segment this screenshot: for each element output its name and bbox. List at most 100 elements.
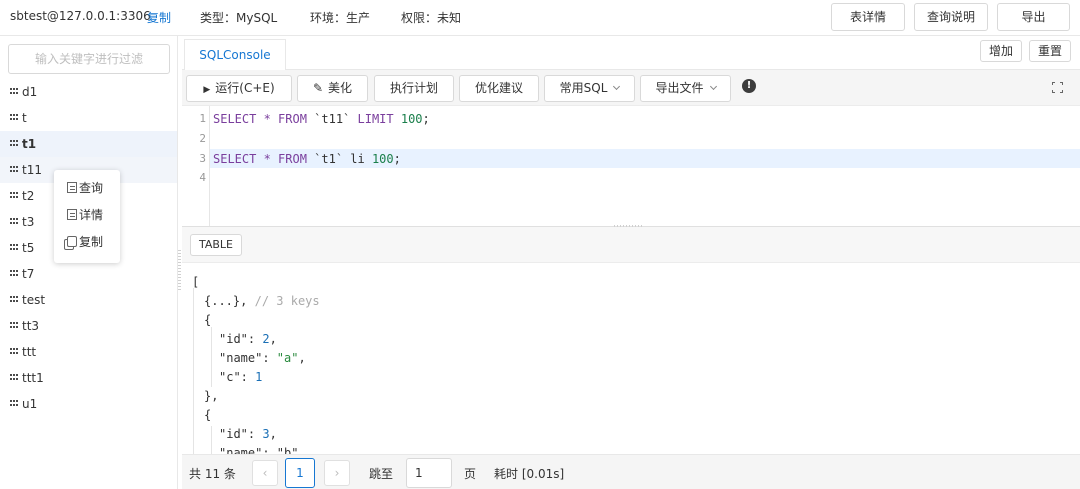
context-menu-detail[interactable]: 详情 [54,202,120,229]
table-icon [10,296,19,303]
page-1-button[interactable]: 1 [285,458,315,488]
pagination-bar: 共 11 条 ‹ 1 › 跳至 页 耗时 [0.01s] [182,454,1080,489]
detail-icon [67,209,77,220]
code-line-1: SELECT * FROM `t11` LIMIT 100; [213,112,430,126]
table-detail-button[interactable]: 表详情 [831,3,905,31]
table-icon [10,114,19,121]
result-panel: TABLE [ {...}, // 3 keys { "id": 2, "nam… [182,227,1080,454]
sql-terminator: ; [422,112,430,126]
query-help-button[interactable]: 查询说明 [914,3,988,31]
sidebar-table-d1[interactable]: d1 [0,79,177,105]
sql-number: 100 [364,152,394,166]
table-icon [10,244,19,251]
table-view-button[interactable]: TABLE [190,234,242,256]
collapsed-object: {...}, [204,294,248,308]
explain-button[interactable]: 执行计划 [374,75,454,102]
sql-editor[interactable]: 1 2 3 4 SELECT * FROM `t11` LIMIT 100; S… [182,106,1080,228]
sql-table-name: `t1` li [306,152,365,166]
sidebar-table-label: tt3 [22,319,40,333]
sidebar-table-label: u1 [22,397,38,411]
indent-guide [211,327,212,387]
copy-connection-link[interactable]: 复制 [147,9,171,26]
sidebar-table-ttt1[interactable]: ttt1 [0,365,177,391]
sidebar-table-label: d1 [22,85,38,99]
context-menu-query[interactable]: 查询 [54,175,120,202]
sidebar-table-t1[interactable]: t1 [0,131,177,157]
table-icon [10,218,19,225]
sql-keyword: SELECT * FROM [213,112,307,126]
sql-toolbar: ▶ 运行(C+E) ✎ 美化 执行计划 优化建议 常用SQL 导出文件 ! [182,70,1080,106]
sql-terminator: ; [393,152,401,166]
sidebar-table-ttt[interactable]: ttt [0,339,177,365]
line-number: 2 [199,132,206,145]
connection-label: sbtest@127.0.0.1:3306 [10,9,151,23]
json-open-bracket: [ [192,275,200,289]
chevron-down-icon [613,82,621,91]
sidebar-table-test[interactable]: test [0,287,177,313]
json-field-name: "name": "a", [219,351,306,365]
db-type-label: 类型：MySQL [200,11,278,25]
sidebar-table-u1[interactable]: u1 [0,391,177,417]
beautify-button[interactable]: ✎ 美化 [297,75,368,102]
table-icon [10,192,19,199]
common-sql-dropdown[interactable]: 常用SQL [544,75,635,102]
json-key: "id": [219,332,263,346]
line-number: 1 [199,112,206,125]
play-icon: ▶ [203,85,211,95]
sidebar-table-label: t1 [22,137,37,151]
json-result-view[interactable]: [ {...}, // 3 keys { "id": 2, "name": "a… [190,270,1070,454]
table-filter-input[interactable] [8,44,170,74]
environment-label: 环境：生产 [310,11,371,25]
brush-icon: ✎ [312,81,324,95]
jump-to-label: 跳至 [369,467,394,481]
beautify-label: 美化 [328,81,353,95]
json-collapsed-object[interactable]: {...}, // 3 keys [204,294,320,308]
json-key: "c": [219,370,256,384]
sidebar-table-t[interactable]: t [0,105,177,131]
table-icon [10,166,19,173]
line-number: 4 [199,171,206,184]
export-file-dropdown[interactable]: 导出文件 [640,75,731,102]
json-field-id: "id": 3, [219,427,277,441]
elapsed-time: 耗时 [0.01s] [494,467,565,481]
fullscreen-icon[interactable] [1052,82,1063,93]
sidebar-table-label: t3 [22,215,35,229]
sql-table-name: `t11` [306,112,358,126]
indent-guide [193,288,194,454]
json-field-id: "id": 2, [219,332,277,346]
json-object-open: { [204,313,212,327]
add-tab-button[interactable]: 增加 [980,40,1022,62]
table-icon [10,270,19,277]
line-number: 3 [199,152,206,165]
sidebar-table-label: t5 [22,241,35,255]
tab-sqlconsole[interactable]: SQLConsole [184,39,286,71]
optimize-button[interactable]: 优化建议 [459,75,539,102]
total-count: 共 11 条 [189,467,236,481]
sidebar-table-label: t7 [22,267,35,281]
table-icon [10,322,19,329]
json-number: 2 [262,332,270,346]
sidebar-table-label: ttt [22,345,37,359]
sql-keyword: SELECT * FROM [213,152,307,166]
run-label: 运行(C+E) [215,81,275,95]
next-page-button[interactable]: › [324,460,350,486]
prev-page-button[interactable]: ‹ [252,460,278,486]
jump-page-input[interactable] [406,458,452,488]
reset-button[interactable]: 重置 [1029,40,1071,62]
table-icon [10,348,19,355]
sidebar-resize-handle[interactable] [178,250,181,290]
json-field-c: "c": 1 [219,370,262,384]
export-file-label: 导出文件 [655,81,704,95]
context-menu-copy[interactable]: 复制 [54,229,120,256]
export-button[interactable]: 导出 [997,3,1070,31]
copy-icon [67,236,77,247]
sidebar-table-tt3[interactable]: tt3 [0,313,177,339]
context-menu-detail-label: 详情 [79,208,104,222]
run-button[interactable]: ▶ 运行(C+E) [186,75,292,102]
chevron-down-icon [709,82,717,91]
info-icon[interactable]: ! [742,79,756,93]
sidebar-table-t7[interactable]: t7 [0,261,177,287]
json-object-close: }, [204,389,219,403]
json-string: "a" [276,351,299,365]
keys-comment: // 3 keys [254,294,320,308]
